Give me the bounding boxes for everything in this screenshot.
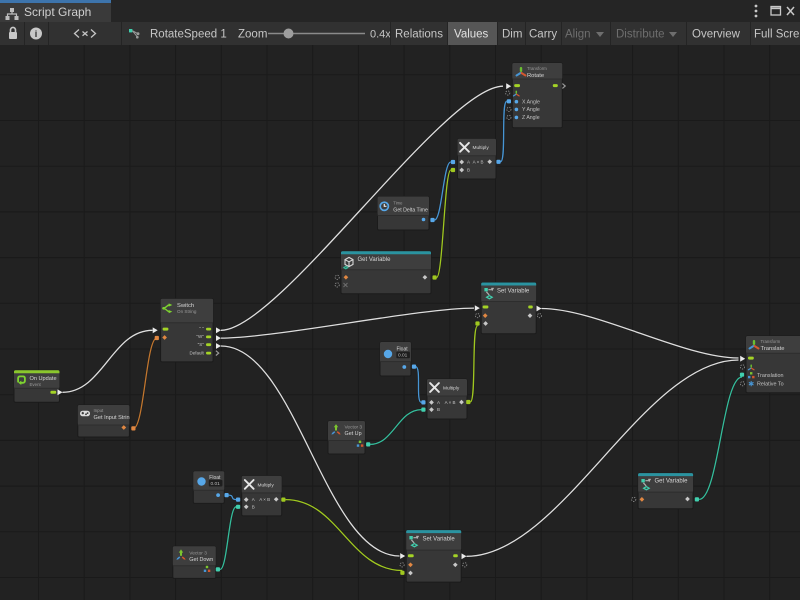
svg-text:0.01: 0.01 xyxy=(211,481,221,487)
svg-text:Z Angle: Z Angle xyxy=(522,115,540,121)
svg-text:Input: Input xyxy=(94,408,105,413)
svg-text:Distribute: Distribute xyxy=(616,29,665,41)
svg-text:Get Variable: Get Variable xyxy=(655,479,689,485)
svg-text:Set Variable: Set Variable xyxy=(423,536,456,542)
svg-text:Rotate: Rotate xyxy=(527,73,544,79)
svg-text:Zoom: Zoom xyxy=(238,29,267,41)
svg-text:"S": "S" xyxy=(198,342,205,347)
svg-text:X Angle: X Angle xyxy=(522,99,540,105)
svg-text:Align: Align xyxy=(565,29,591,41)
svg-text:0.4x: 0.4x xyxy=(370,28,391,40)
svg-text:Get Variable: Get Variable xyxy=(358,257,392,263)
svg-text:A: A xyxy=(467,160,470,165)
svg-text:Carry: Carry xyxy=(529,29,557,41)
svg-text:Vector 3: Vector 3 xyxy=(345,425,363,431)
svg-text:Full Scre: Full Scre xyxy=(754,29,799,41)
svg-text:Default: Default xyxy=(190,350,205,355)
svg-text:A × B: A × B xyxy=(445,400,456,405)
svg-text:0.01: 0.01 xyxy=(398,352,408,358)
svg-text:Get Input Strin: Get Input Strin xyxy=(94,415,130,421)
svg-text:A × B: A × B xyxy=(259,497,270,502)
svg-text:B: B xyxy=(467,168,470,173)
svg-text:Get Down: Get Down xyxy=(189,557,213,563)
svg-text:Values: Values xyxy=(454,29,489,41)
svg-text:" ": " " xyxy=(199,326,204,331)
svg-text:Time: Time xyxy=(393,200,403,205)
svg-text:Get Up: Get Up xyxy=(345,431,362,437)
svg-text:Switch: Switch xyxy=(177,303,194,309)
svg-text:A × B: A × B xyxy=(473,160,484,165)
svg-text:i: i xyxy=(35,29,38,39)
svg-text:Multiply: Multiply xyxy=(443,385,460,391)
svg-text:A: A xyxy=(437,400,440,405)
svg-text:A: A xyxy=(252,497,255,502)
svg-text:Vector 3: Vector 3 xyxy=(189,550,207,556)
svg-text:Multiply: Multiply xyxy=(258,482,275,488)
svg-text:Overview: Overview xyxy=(692,29,741,41)
svg-text:Y Angle: Y Angle xyxy=(522,107,540,113)
svg-text:Translation: Translation xyxy=(757,373,783,379)
svg-text:Set Variable: Set Variable xyxy=(497,289,530,295)
svg-text:Relations: Relations xyxy=(395,29,443,41)
svg-text:On String: On String xyxy=(177,309,197,314)
svg-text:Event: Event xyxy=(30,382,42,387)
svg-text:Multiply: Multiply xyxy=(473,145,490,151)
svg-text:Dim: Dim xyxy=(502,29,522,41)
svg-text:Transform: Transform xyxy=(527,66,547,71)
svg-text:B: B xyxy=(252,504,255,509)
svg-text:Relative To: Relative To xyxy=(757,382,784,388)
svg-text:"W": "W" xyxy=(196,334,204,339)
svg-text:RotateSpeed 1: RotateSpeed 1 xyxy=(150,29,227,41)
svg-text:Translate: Translate xyxy=(761,346,785,352)
svg-text:Transform: Transform xyxy=(761,339,781,344)
svg-text:B: B xyxy=(437,407,440,412)
svg-text:Get Delta Time: Get Delta Time xyxy=(393,208,428,214)
